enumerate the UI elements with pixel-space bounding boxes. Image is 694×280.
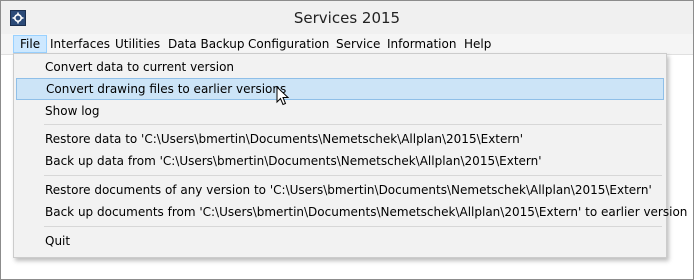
menu-interfaces[interactable]: Interfaces — [44, 35, 116, 53]
menu-help[interactable]: Help — [458, 35, 497, 53]
menu-separator — [44, 124, 662, 125]
window-title: Services 2015 — [293, 9, 401, 27]
menu-item-back-up-documents[interactable]: Back up documents from 'C:\Users\bmertin… — [16, 201, 687, 223]
menu-bar: File Interfaces Utilities Data Backup Co… — [1, 34, 693, 55]
menu-utilities[interactable]: Utilities — [109, 35, 166, 53]
title-bar: Services 2015 — [1, 1, 693, 34]
menu-service[interactable]: Service — [330, 35, 386, 53]
menu-item-quit[interactable]: Quit — [16, 230, 664, 252]
menu-item-convert-drawing-files[interactable]: Convert drawing files to earlier version… — [16, 78, 664, 100]
menu-item-restore-data[interactable]: Restore data to 'C:\Users\bmertin\Docume… — [16, 128, 664, 150]
menu-data-backup[interactable]: Data Backup — [162, 35, 250, 53]
menu-item-back-up-data[interactable]: Back up data from 'C:\Users\bmertin\Docu… — [16, 150, 664, 172]
menu-item-show-log[interactable]: Show log — [16, 100, 664, 122]
menu-separator — [44, 226, 662, 227]
menu-information[interactable]: Information — [381, 35, 462, 53]
menu-configuration[interactable]: Configuration — [242, 35, 335, 53]
mouse-pointer-icon — [276, 86, 290, 106]
file-menu-dropdown: Convert data to current version Convert … — [13, 53, 687, 258]
menu-separator — [44, 175, 662, 176]
menu-item-restore-documents[interactable]: Restore documents of any version to 'C:\… — [16, 179, 664, 201]
menu-item-convert-data[interactable]: Convert data to current version — [16, 56, 664, 78]
menu-file[interactable]: File — [13, 35, 48, 53]
